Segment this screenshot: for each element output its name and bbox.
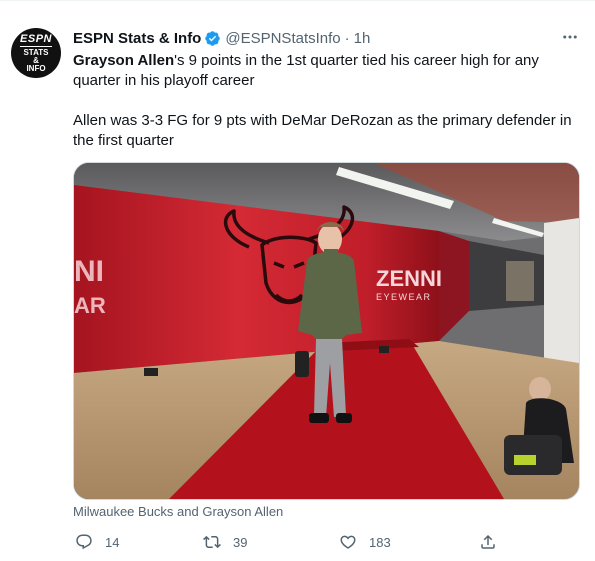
tweet-text: Grayson Allen's 9 points in the 1st quar… bbox=[73, 51, 583, 151]
tweet-paragraph-1: Grayson Allen's 9 points in the 1st quar… bbox=[73, 51, 583, 91]
more-options-icon[interactable] bbox=[557, 28, 583, 48]
photo-caption[interactable]: Milwaukee Bucks and Grayson Allen bbox=[73, 504, 283, 519]
like-button[interactable]: 183 bbox=[339, 533, 391, 551]
retweet-count: 39 bbox=[233, 534, 248, 550]
like-count: 183 bbox=[369, 534, 391, 550]
tweet-paragraph-2: Allen was 3-3 FG for 9 pts with DeMar De… bbox=[73, 112, 572, 149]
tweet-header: ESPN Stats & Info @ESPNStatsInfo · 1h bbox=[73, 28, 370, 48]
reply-button[interactable]: 14 bbox=[75, 533, 119, 551]
retweet-button[interactable]: 39 bbox=[203, 533, 247, 551]
tweet-card[interactable]: ESPN STATS & INFO ESPN Stats & Info @ESP… bbox=[0, 0, 595, 561]
avatar[interactable]: ESPN STATS & INFO bbox=[11, 28, 61, 78]
header-separator: · bbox=[344, 29, 350, 47]
wall-brand-sub: EYEWEAR bbox=[376, 292, 432, 302]
share-button[interactable] bbox=[479, 533, 509, 551]
avatar-brand: ESPN bbox=[20, 32, 52, 47]
tweet-photo[interactable]: ZENNI EYEWEAR NI AR bbox=[73, 162, 580, 500]
retweet-icon bbox=[203, 535, 221, 549]
share-icon bbox=[481, 534, 495, 549]
tweet-time[interactable]: 1h bbox=[354, 30, 371, 47]
tweet-highlight-name[interactable]: Grayson Allen bbox=[73, 52, 174, 69]
photo-scene: ZENNI EYEWEAR NI AR bbox=[74, 163, 579, 499]
author-handle[interactable]: @ESPNStatsInfo bbox=[225, 30, 340, 47]
avatar-line-3: INFO bbox=[26, 63, 46, 73]
tweet-actions: 14 39 183 bbox=[73, 533, 583, 553]
reply-count: 14 bbox=[105, 534, 120, 550]
wall-fragment-2: AR bbox=[74, 293, 106, 318]
wall-fragment-1: NI bbox=[74, 255, 104, 288]
reply-icon bbox=[76, 534, 92, 550]
heart-icon bbox=[340, 535, 356, 549]
author-name[interactable]: ESPN Stats & Info bbox=[73, 30, 201, 47]
wall-brand-text: ZENNI bbox=[376, 266, 442, 291]
verified-badge-icon bbox=[205, 30, 221, 46]
